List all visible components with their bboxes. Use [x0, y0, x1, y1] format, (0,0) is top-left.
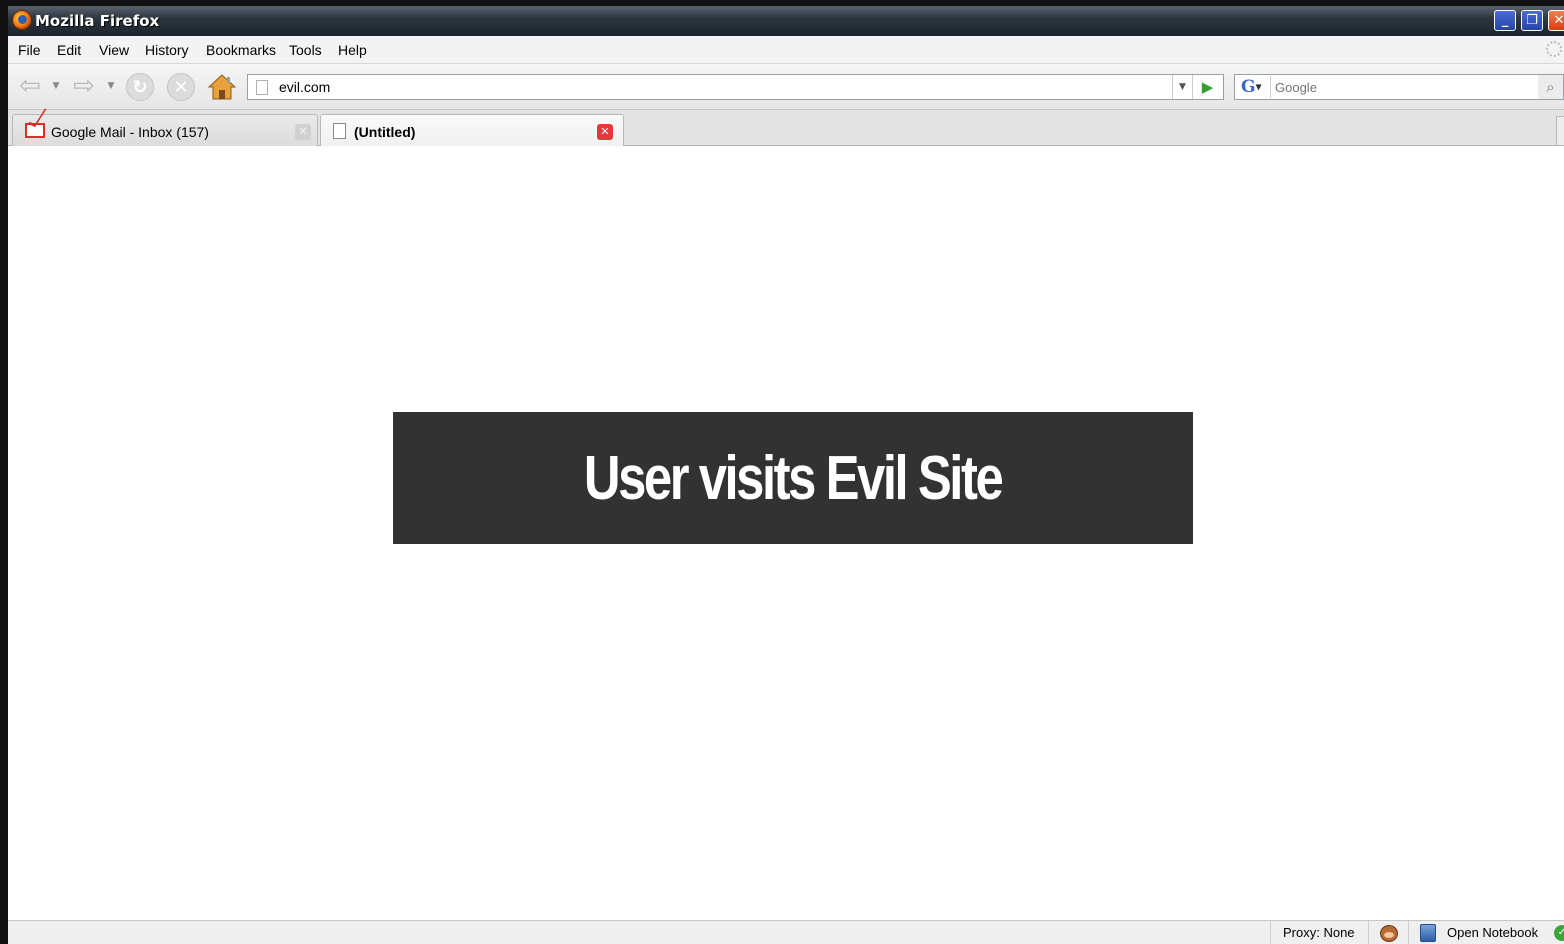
minimize-button[interactable]: _ [1494, 10, 1516, 31]
loading-throbber-icon [1546, 41, 1562, 57]
page-favicon-icon [256, 80, 268, 95]
home-icon[interactable] [207, 73, 237, 101]
forward-arrow-icon[interactable]: ⇨ [70, 72, 98, 100]
reload-icon[interactable]: ↻ [126, 73, 154, 101]
url-text[interactable]: evil.com [279, 79, 330, 95]
close-window-button[interactable]: ✕ [1548, 10, 1564, 31]
go-button[interactable]: ▶ [1192, 75, 1222, 99]
engine-dropdown-icon[interactable]: ▼ [1256, 83, 1262, 92]
search-engine-google-icon[interactable]: G▼ [1237, 76, 1271, 98]
menu-bookmarks[interactable]: Bookmarks [206, 42, 276, 58]
window-title: Mozilla Firefox [35, 12, 160, 30]
tab-list-button[interactable] [1556, 116, 1564, 146]
checkmark-status-icon[interactable]: ✓ [1554, 925, 1564, 941]
search-engine-letter: G [1241, 77, 1256, 97]
menu-history[interactable]: History [145, 42, 189, 58]
menu-help[interactable]: Help [338, 42, 367, 58]
title-bar: Mozilla Firefox _ ❐ ✕ [8, 6, 1564, 36]
menu-file[interactable]: File [18, 42, 41, 58]
tab-label: Google Mail - Inbox (157) [51, 124, 209, 140]
menu-view[interactable]: View [99, 42, 129, 58]
document-icon [333, 123, 346, 139]
tab-close-icon[interactable]: ✕ [295, 124, 311, 140]
status-bar: Proxy: None Open Notebook ✓ [8, 920, 1564, 944]
forward-history-dropdown-icon[interactable]: ▼ [105, 78, 117, 94]
menu-bar: File Edit View History Bookmarks Tools H… [8, 36, 1564, 64]
banner-text: User visits Evil Site [584, 443, 1004, 513]
proxy-status[interactable]: Proxy: None [1270, 921, 1368, 944]
tab-close-icon[interactable]: ✕ [597, 124, 613, 140]
back-arrow-icon[interactable]: ⇦ [16, 72, 44, 100]
address-bar[interactable]: evil.com ▼ ▶ [247, 74, 1224, 100]
greasemonkey-icon[interactable] [1380, 925, 1398, 942]
page-content: User visits Evil Site [8, 146, 1564, 920]
stop-icon[interactable]: ✕ [167, 73, 195, 101]
back-history-dropdown-icon[interactable]: ▼ [50, 78, 62, 94]
navigation-toolbar: ⇦ ▼ ⇨ ▼ ↻ ✕ evil.com ▼ ▶ G▼ ⌕ [8, 64, 1564, 110]
menu-edit[interactable]: Edit [57, 42, 81, 58]
tab-google-mail[interactable]: Google Mail - Inbox (157) ✕ [12, 114, 318, 146]
tab-untitled[interactable]: (Untitled) ✕ [320, 114, 624, 147]
search-bar[interactable]: G▼ [1234, 74, 1544, 100]
maximize-button[interactable]: ❐ [1521, 10, 1543, 31]
browser-window: Mozilla Firefox _ ❐ ✕ File Edit View His… [8, 6, 1564, 944]
menu-tools[interactable]: Tools [289, 42, 322, 58]
firefox-logo-icon [12, 10, 32, 30]
notebook-icon[interactable] [1420, 924, 1436, 942]
search-input[interactable] [1275, 78, 1535, 96]
gmail-icon [25, 123, 45, 138]
banner: User visits Evil Site [393, 412, 1193, 544]
magnifier-search-icon[interactable]: ⌕ [1538, 74, 1564, 100]
tab-label: (Untitled) [354, 124, 416, 140]
url-history-dropdown-icon[interactable]: ▼ [1172, 75, 1192, 99]
tab-bar: Google Mail - Inbox (157) ✕ (Untitled) ✕ [8, 110, 1564, 147]
